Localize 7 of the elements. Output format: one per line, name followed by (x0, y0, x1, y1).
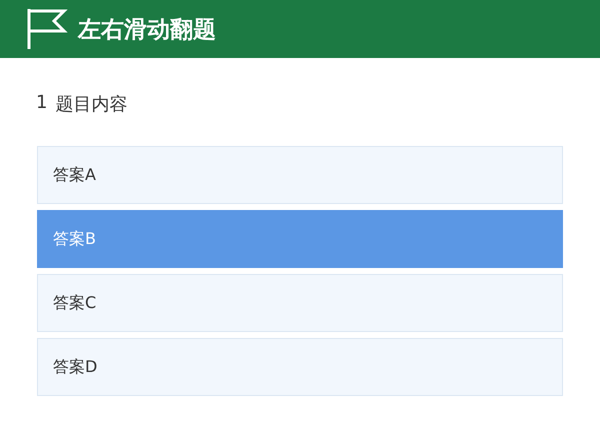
question-text: 题目内容 (55, 93, 128, 116)
header-title: 左右滑动翻题 (78, 16, 216, 44)
answer-option[interactable]: 答案D (37, 338, 563, 396)
flag-icon (26, 7, 68, 51)
question-number: 1 (36, 92, 48, 115)
answer-option[interactable]: 答案A (37, 146, 563, 204)
answer-option[interactable]: 答案C (37, 274, 563, 332)
